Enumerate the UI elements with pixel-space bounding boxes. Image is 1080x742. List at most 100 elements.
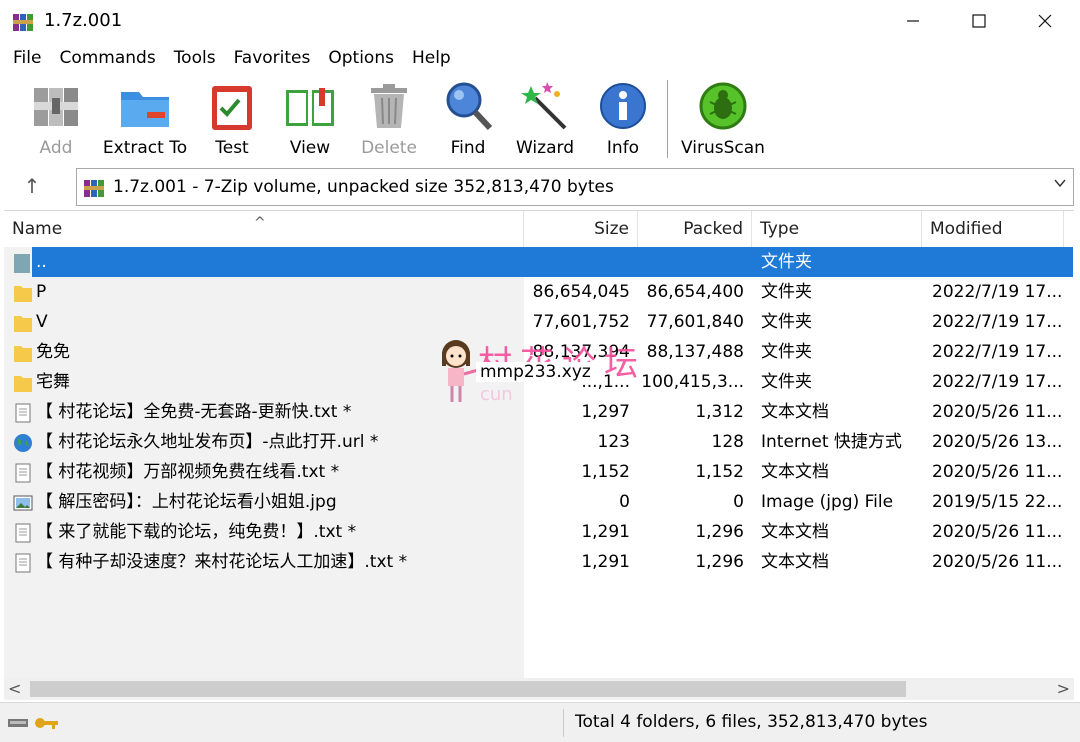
maximize-button[interactable] [946,0,1012,42]
column-header-type[interactable]: Type [752,211,922,247]
row-type: Image (jpg) File [761,492,894,512]
row-name: 【 来了就能下载的论坛，纯免费！】.txt * [36,522,357,542]
column-header-name[interactable]: Name ^ [4,211,524,247]
folder-icon [14,346,32,362]
row-packed: 86,654,400 [646,282,744,302]
row-modified: 2020/5/26 11... [932,402,1063,422]
toolbar-separator [667,80,668,158]
close-icon [1038,14,1052,28]
row-packed: 1,152 [695,462,744,482]
row-packed: 88,137,488 [646,342,744,362]
folder-icon [14,376,32,392]
sort-ascending-icon: ^ [254,215,266,231]
archive-icon [84,180,104,197]
column-header-packed[interactable]: Packed [638,211,752,247]
watermark-url: mmp233.xyz [476,362,595,382]
toolbar: Add Extract To Test View Delete Find Wiz… [0,74,1080,162]
address-dropdown-chevron-icon[interactable] [1053,175,1067,194]
table-row[interactable]: 【 有种子却没速度？来村花论坛人工加速】.txt * 1,291 1,296 文… [4,547,1074,577]
row-modified: 2022/7/19 17... [932,372,1063,392]
row-packed: 1,296 [695,552,744,572]
row-name: 【 有种子却没速度？来村花论坛人工加速】.txt * [36,552,408,572]
row-size: 77,601,752 [532,312,630,332]
up-arrow-icon: ↑ [23,174,41,198]
view-button[interactable]: View [278,78,342,160]
row-type: 文件夹 [761,342,812,362]
table-row[interactable]: 【 来了就能下载的论坛，纯免费！】.txt * 1,291 1,296 文本文档… [4,517,1074,547]
table-row[interactable]: 【 村花视频】万部视频免费在线看.txt * 1,152 1,152 文本文档 … [4,457,1074,487]
row-size: 1,291 [581,552,630,572]
minimize-icon [907,20,919,22]
extract-to-label: Extract To [102,138,188,158]
column-header-size[interactable]: Size [524,211,638,247]
address-bar[interactable]: 1.7z.001 - 7-Zip volume, unpacked size 3… [76,168,1074,206]
trash-icon [371,84,407,128]
chevron-down-icon [1054,179,1066,188]
drive-and-key-icon [8,718,58,729]
row-name: 【 村花论坛永久地址发布页】-点此打开.url * [36,432,379,452]
virusscan-label: VirusScan [681,138,765,158]
menu-help[interactable]: Help [403,42,460,74]
find-button[interactable]: Find [440,78,496,160]
row-modified: 2020/5/26 13... [932,432,1063,452]
column-header-modified[interactable]: Modified [922,211,1064,247]
row-packed: 128 [711,432,744,452]
find-label: Find [450,138,486,158]
scroll-left-icon[interactable]: < [8,679,21,698]
minimize-button[interactable] [880,0,946,42]
table-row[interactable]: P 86,654,045 86,654,400 文件夹 2022/7/19 17… [4,277,1074,307]
row-type: 文本文档 [761,462,829,482]
test-clipboard-icon [212,86,252,130]
row-modified: 2019/5/15 22... [932,492,1063,512]
winrar-app-icon [13,14,33,31]
cartoon-girl-icon [442,340,479,402]
row-modified: 2022/7/19 17... [932,312,1063,332]
menu-options[interactable]: Options [319,42,403,74]
maximize-icon [972,14,986,28]
menu-commands[interactable]: Commands [50,42,164,74]
info-button[interactable]: Info [596,78,650,160]
watermark-latin-text: cun [480,384,513,405]
view-label: View [289,138,331,158]
test-button[interactable]: Test [204,78,260,160]
close-button[interactable] [1012,0,1078,42]
title-bar: 1.7z.001 [0,0,1080,42]
scroll-thumb[interactable] [30,681,906,697]
folder-icon [14,316,32,332]
info-icon [600,83,646,129]
row-modified: 2020/5/26 11... [932,552,1063,572]
scroll-right-icon[interactable]: > [1057,679,1070,698]
view-book-icon [286,88,334,126]
magnifier-icon [446,82,493,131]
menu-file[interactable]: File [4,42,50,74]
extract-folder-icon [121,92,169,127]
image-file-icon [13,495,33,511]
test-label: Test [215,138,249,158]
extract-to-button[interactable]: Extract To [100,78,190,160]
virusscan-button[interactable]: VirusScan [680,78,766,160]
text-file-icon [15,523,31,543]
delete-button[interactable]: Delete [360,78,418,160]
table-row[interactable]: V 77,601,752 77,601,840 文件夹 2022/7/19 17… [4,307,1074,337]
row-modified: 2022/7/19 17... [932,282,1063,302]
menu-tools[interactable]: Tools [165,42,225,74]
row-type: 文本文档 [761,552,829,572]
window-title: 1.7z.001 [44,10,123,31]
status-separator [563,709,564,737]
parent-folder-icon [14,254,30,273]
menu-favorites[interactable]: Favorites [225,42,320,74]
wizard-button[interactable]: Wizard [514,78,576,160]
archive-add-icon [34,88,78,126]
row-packed: 77,601,840 [646,312,744,332]
up-one-level-button[interactable]: ↑ [18,174,46,198]
file-list: Name ^ Size Packed Type Modified .. 文件夹 … [4,210,1074,679]
add-button[interactable]: Add [26,78,86,160]
table-row[interactable]: 【 解压密码】：上村花论坛看小姐姐.jpg 0 0 Image (jpg) Fi… [4,487,1074,517]
table-row[interactable]: 【 村花论坛永久地址发布页】-点此打开.url * 123 128 Intern… [4,427,1074,457]
horizontal-scrollbar[interactable]: < > [4,678,1074,700]
watermark: 村花论坛 mmp233.xyz cun [434,336,650,408]
row-packed: 1,296 [695,522,744,542]
table-row[interactable]: .. 文件夹 [4,247,1074,277]
row-size: 1,291 [581,522,630,542]
status-bar: Total 4 folders, 6 files, 352,813,470 by… [0,702,1080,742]
